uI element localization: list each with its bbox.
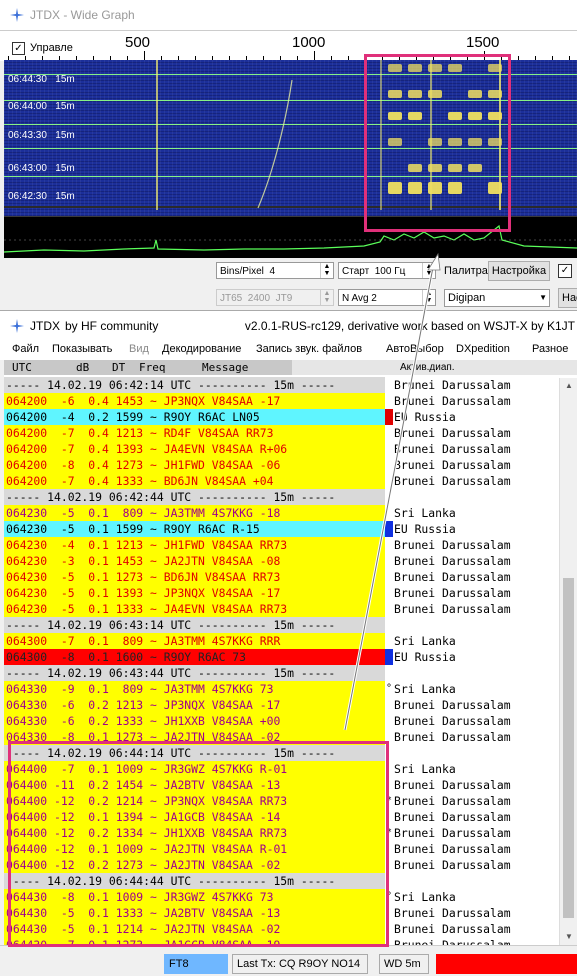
annotation-arrow: [343, 252, 441, 731]
